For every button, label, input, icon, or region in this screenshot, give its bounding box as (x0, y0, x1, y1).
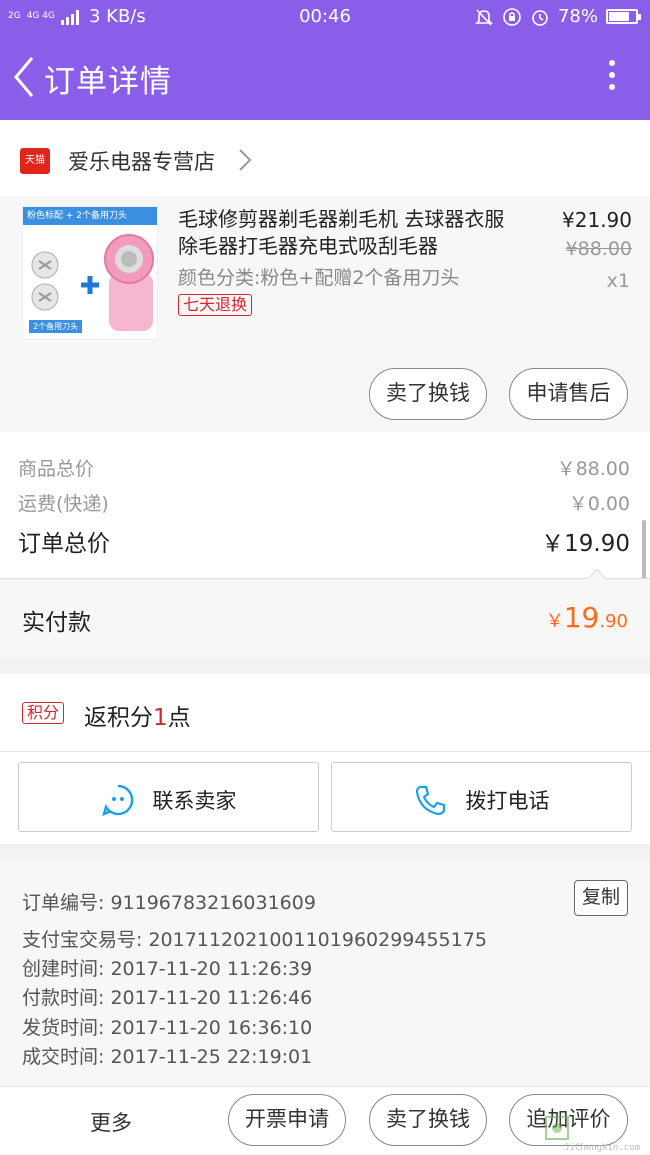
product-variant: 颜色分类:粉色+配赠2个备用刀头 (178, 267, 460, 289)
created-time: 创建时间: 2017-11-20 11:26:39 (22, 958, 313, 980)
back-button[interactable] (10, 54, 40, 100)
points-badge: 积分 (22, 702, 65, 724)
shipping-label: 运费(快递) (18, 493, 109, 515)
call-phone-content: 拨打电话 (332, 783, 631, 817)
price-summary: 商品总价 ￥88.00 运费(快递) ￥0.00 订单总价 ￥19.90 (0, 432, 650, 580)
points-text: 返积分1点 (84, 698, 191, 732)
amount-integer: 19 (563, 601, 600, 634)
call-phone-label: 拨打电话 (465, 789, 550, 813)
product-image[interactable]: 粉色标配 + 2个备用刀头 2个备用刀头 (22, 206, 158, 340)
points-prefix: 返积分 (84, 705, 153, 731)
order-total-label: 订单总价 (18, 531, 110, 557)
order-total-row: 订单总价 ￥19.90 (18, 524, 630, 558)
copy-button[interactable]: 复制 (574, 880, 628, 916)
more-link[interactable]: 更多 (90, 1107, 132, 1137)
amount-paid-value: ￥19.90 (546, 601, 628, 634)
return-policy-badge: 七天退换 (178, 294, 253, 316)
dot-icon (609, 60, 615, 66)
call-phone-button[interactable]: 拨打电话 (331, 762, 632, 832)
points-row: 积分 返积分1点 (0, 674, 650, 752)
sell-for-cash-bottom-button[interactable]: 卖了换钱 (369, 1094, 487, 1146)
completed-time: 成交时间: 2017-11-25 22:19:01 (22, 1046, 313, 1068)
scrollbar[interactable] (642, 520, 646, 580)
product-quantity: x1 (606, 270, 630, 292)
amount-decimal: .90 (599, 611, 628, 632)
product-price: ¥21.90 (562, 208, 632, 232)
alipay-trade-number: 支付宝交易号: 2017112021001101960299455175 (22, 929, 487, 951)
chevron-right-icon (239, 149, 252, 171)
alarm-icon (532, 9, 548, 26)
original-price: ¥88.00 (565, 238, 632, 260)
dot-icon (609, 72, 615, 78)
points-number: 1 (153, 705, 168, 731)
app-header: 订单详情 (0, 34, 650, 120)
store-row[interactable]: 天猫 爱乐电器专营店 (0, 120, 650, 202)
product-card[interactable]: 粉色标配 + 2个备用刀头 2个备用刀头 毛球修剪器剃毛器剃毛机 去球器衣服除毛… (0, 196, 650, 432)
dot-icon (609, 84, 615, 90)
amount-paid-row: 实付款 ￥19.90 (0, 569, 650, 658)
order-number: 订单编号: 91196783216031609 (22, 892, 316, 914)
store-name: 爱乐电器专营店 (68, 150, 215, 174)
status-bar: 2G 4G 4G 3 KB/s 00:46 78% (0, 0, 650, 34)
paid-time: 付款时间: 2017-11-20 11:26:46 (22, 987, 313, 1009)
more-options-button[interactable] (604, 60, 620, 96)
battery-level (609, 12, 630, 21)
order-total-value: ￥19.90 (541, 531, 630, 557)
contact-seller-button[interactable]: 联系卖家 (18, 762, 319, 832)
page-title: 订单详情 (44, 64, 172, 100)
contact-section: 联系卖家 拨打电话 (0, 752, 650, 844)
image-tag: 粉色标配 + 2个备用刀头 (23, 207, 157, 225)
rotation-lock-icon (503, 7, 521, 26)
order-info: 订单编号: 91196783216031609 复制 支付宝交易号: 20171… (0, 860, 650, 1086)
after-sale-button[interactable]: 申请售后 (509, 368, 628, 420)
currency-symbol: ￥ (545, 611, 564, 632)
battery-percent: 78% (557, 6, 598, 27)
invoice-request-button[interactable]: 开票申请 (228, 1094, 346, 1146)
goods-total-value: ￥88.00 (556, 458, 630, 480)
image-note: 2个备用刀头 (29, 320, 83, 333)
shipped-time: 发货时间: 2017-11-20 16:36:10 (22, 1017, 313, 1039)
goods-total-row: 商品总价 ￥88.00 (18, 454, 630, 481)
shipping-value: ￥0.00 (568, 493, 630, 515)
points-suffix: 点 (167, 705, 191, 731)
shipping-row: 运费(快递) ￥0.00 (18, 489, 630, 516)
watermark-url: JiChengXin.com (564, 1143, 640, 1153)
sell-for-cash-button[interactable]: 卖了换钱 (369, 368, 487, 420)
contact-seller-label: 联系卖家 (152, 789, 237, 813)
mute-icon (475, 8, 493, 26)
goods-total-label: 商品总价 (18, 458, 95, 480)
battery-icon (606, 9, 641, 24)
caret-up-icon (588, 569, 606, 579)
phone-icon (415, 785, 445, 816)
chat-icon (101, 784, 133, 817)
tmall-icon: 天猫 (20, 148, 50, 174)
amount-paid-label: 实付款 (22, 610, 91, 636)
status-right: 78% (474, 6, 641, 27)
contact-seller-content: 联系卖家 (19, 783, 318, 817)
bottom-action-bar: 更多 开票申请 卖了换钱 追加评价 JiChengXin.com (0, 1086, 650, 1155)
product-title[interactable]: 毛球修剪器剃毛器剃毛机 去球器衣服除毛器打毛器充电式吸刮毛器 (178, 206, 518, 260)
